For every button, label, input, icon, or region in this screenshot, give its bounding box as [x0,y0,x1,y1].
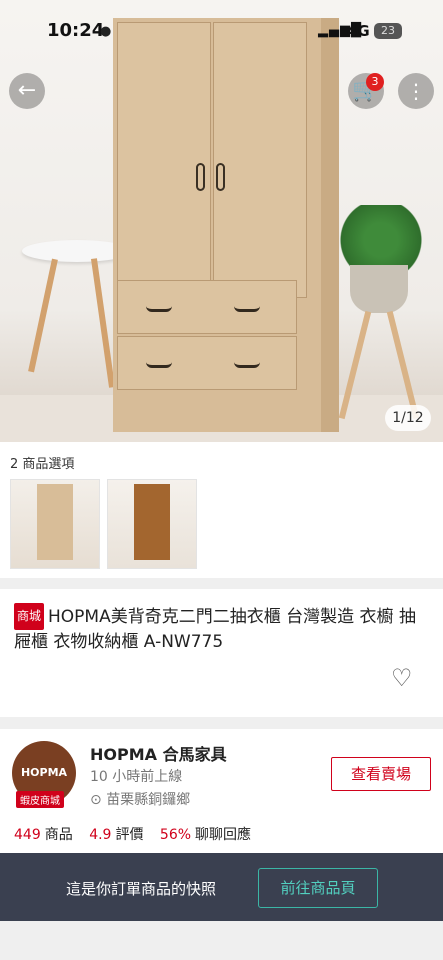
product-title: 商城 HOPMA美背奇克二門二抽衣櫃 台灣製造 衣櫥 抽屜櫃 衣物收納櫃 A-NW… [14,603,424,655]
go-to-product-button[interactable]: 前往商品頁 [258,868,378,908]
product-title-section: 商城 HOPMA美背奇克二門二抽衣櫃 台灣製造 衣櫥 抽屜櫃 衣物收納櫃 A-NW… [0,589,443,717]
wardrobe-image [113,18,339,432]
wardrobe-drawer [117,280,297,334]
network-type: 4G [347,22,370,40]
more-options-icon[interactable]: ⋮ [398,73,434,109]
stat-label: 聊聊回應 [195,827,252,843]
wardrobe-thumb-dark [134,484,170,560]
mall-badge: 商城 [14,603,45,630]
stat-rating: 4.9 評價 [89,827,143,843]
shop-location: ⊙ 苗栗縣銅鑼鄉 [90,789,190,809]
wardrobe-drawer [117,336,297,390]
status-time: 10:24 [47,20,105,41]
stat-label: 商品 [44,827,73,843]
shop-online-status: 10 小時前上線 [90,769,183,785]
drawer-handle [234,305,260,312]
option-thumbnail[interactable] [10,479,100,569]
product-title-text: HOPMA美背奇克二門二抽衣櫃 台灣製造 衣櫥 抽屜櫃 衣物收納櫃 A-NW77… [14,607,416,652]
wardrobe-door-right [213,22,307,298]
wardrobe-door-left [117,22,211,298]
stat-value: 56% [159,827,192,843]
wardrobe-thumb-light [37,484,73,560]
door-knob [196,163,205,191]
location-pin-icon: ⊙ [90,792,107,808]
options-title: 2 商品選項 [10,457,75,472]
heart-icon[interactable]: ♡ [391,664,413,692]
person-icon: ● [100,24,112,39]
door-knob [216,163,225,191]
snapshot-bar: 這是你訂單商品的快照 前往商品頁 [0,853,443,921]
shop-location-text: 苗栗縣銅鑼鄉 [106,792,191,808]
status-bar: 10:24 ● ▂▄▆█ 4G 23 [0,0,443,60]
drawer-handle [146,305,172,312]
cart-count-badge: 3 [366,73,384,91]
stat-value: 449 [14,827,41,843]
view-shop-button[interactable]: 查看賣場 [331,757,431,791]
shop-name[interactable]: HOPMA 合馬家具 [90,741,227,765]
plant-pot [350,265,408,313]
stat-products: 449 商品 [14,827,73,843]
image-counter: 1/12 [385,405,431,431]
shop-mall-badge: 蝦皮商城 [16,791,64,808]
product-image-carousel[interactable]: 10:24 ● ▂▄▆█ 4G 23 ← 🛒 3 ⋮ 1/12 [0,0,443,442]
snapshot-text: 這是你訂單商品的快照 [66,880,217,898]
back-arrow-icon[interactable]: ← [9,73,45,109]
option-thumbnail[interactable] [107,479,197,569]
table-leg [90,258,116,388]
drawer-handle [146,361,172,368]
product-options: 2 商品選項 [0,442,443,578]
shop-stats: 449 商品 4.9 評價 56% 聊聊回應 [14,824,263,844]
stat-value: 4.9 [89,827,112,843]
drawer-handle [234,361,260,368]
table-leg [28,258,58,373]
stat-chat-response: 56% 聊聊回應 [160,827,251,843]
shop-section: HOPMA 蝦皮商城 HOPMA 合馬家具 10 小時前上線 ⊙ 苗栗縣銅鑼鄉 … [0,729,443,853]
battery-icon: 23 [374,23,402,39]
stat-label: 評價 [115,827,144,843]
